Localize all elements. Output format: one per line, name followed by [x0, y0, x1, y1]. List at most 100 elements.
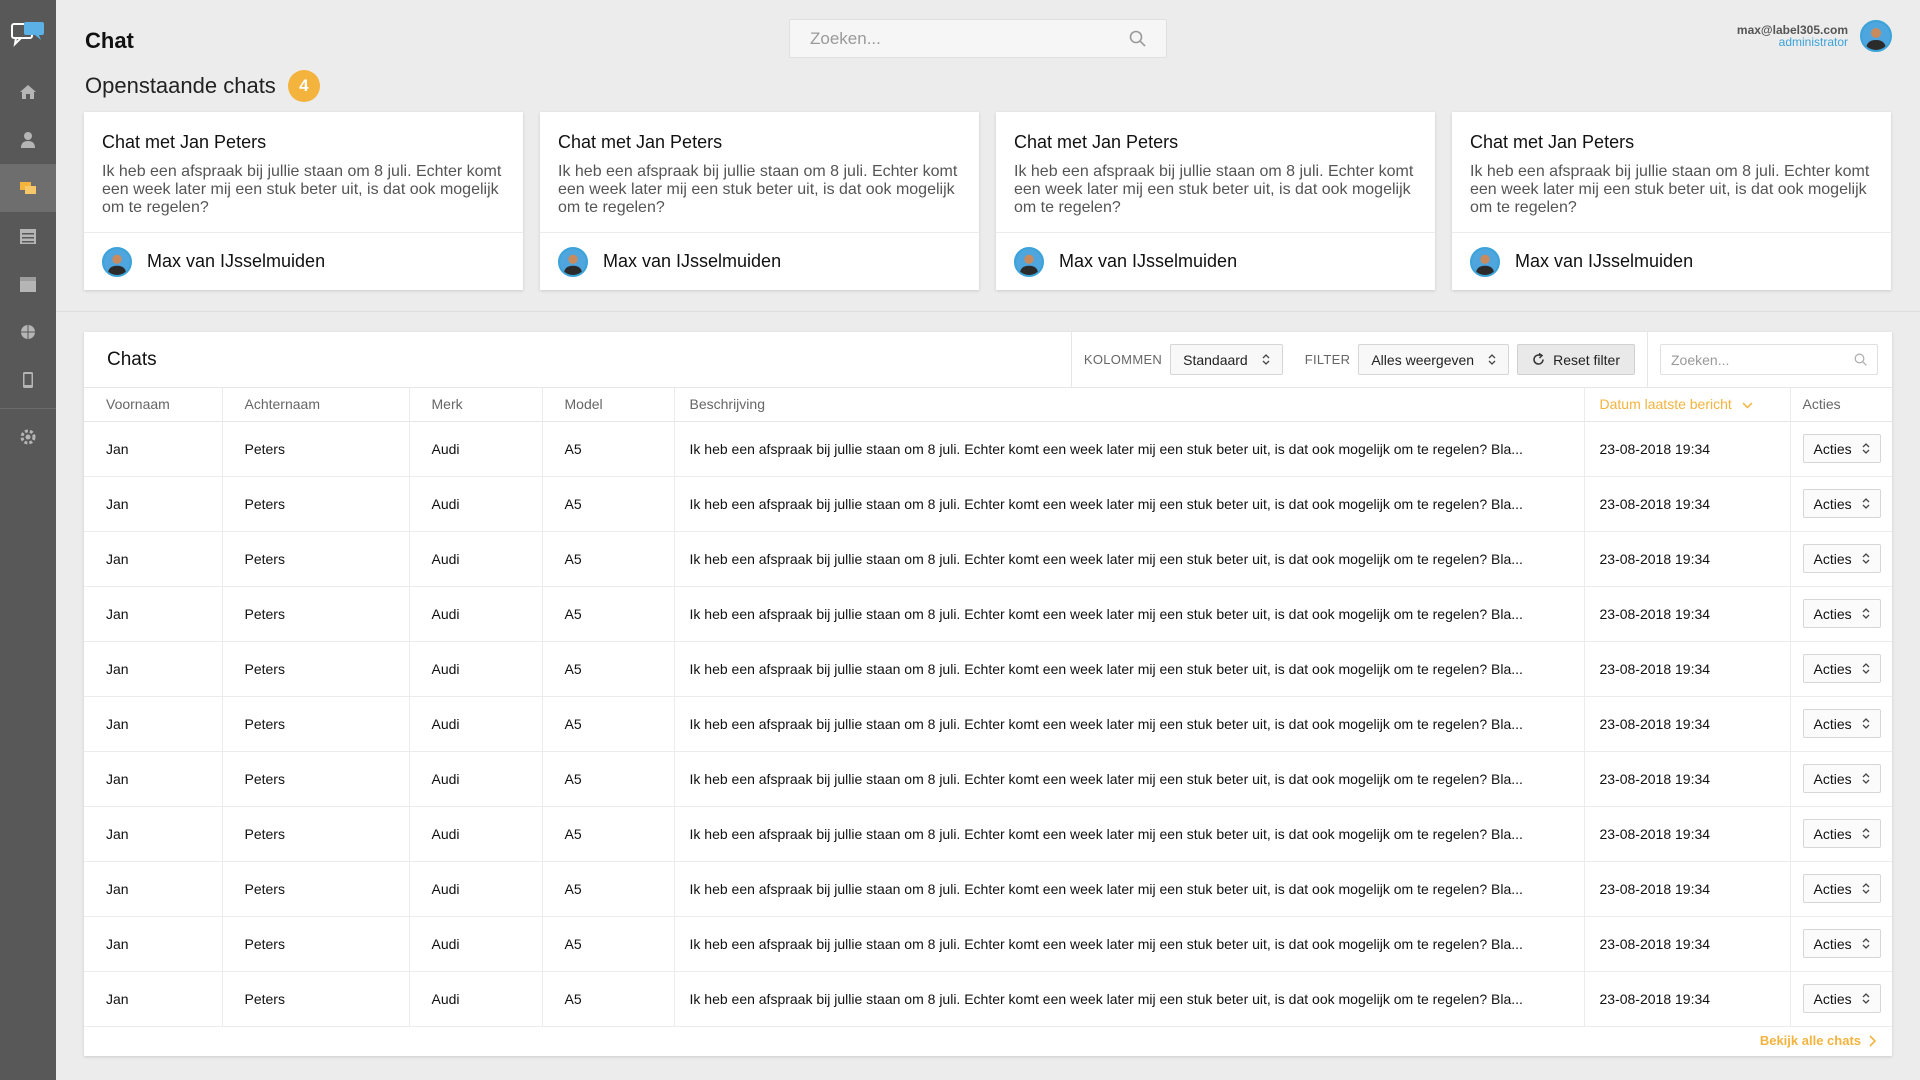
- search-icon[interactable]: [1854, 353, 1867, 366]
- phone-icon: [23, 372, 33, 388]
- cell-datum: 23-08-2018 19:34: [1584, 806, 1791, 862]
- open-chat-card[interactable]: Chat met Jan Peters Ik heb een afspraak …: [1452, 112, 1891, 290]
- table-row[interactable]: Jan Peters Audi A5 Ik heb een afspraak bij j…: [84, 971, 1892, 1027]
- column-header-voornaam[interactable]: Voornaam: [84, 388, 223, 422]
- row-actions-select[interactable]: Acties: [1802, 709, 1881, 738]
- table-toolbar: KOLOMMEN Standaard FILTER Alles weergeve…: [1070, 331, 1892, 388]
- cell-datum: 23-08-2018 19:34: [1584, 971, 1791, 1027]
- cell-model: A5: [542, 806, 675, 862]
- sidebar-item-chats[interactable]: [0, 164, 56, 212]
- row-actions-select[interactable]: Acties: [1802, 434, 1881, 463]
- view-all-chats-link[interactable]: Bekijk alle chats: [1760, 1033, 1876, 1048]
- column-header-model[interactable]: Model: [542, 388, 675, 422]
- user-menu[interactable]: max@label305.com administrator: [1737, 20, 1892, 52]
- sidebar-item-globe[interactable]: [0, 308, 56, 356]
- sidebar-item-home[interactable]: [0, 68, 56, 116]
- sidebar-item-users[interactable]: [0, 116, 56, 164]
- table-search[interactable]: [1660, 344, 1878, 375]
- cell-achternaam: Peters: [222, 586, 410, 642]
- chevron-updown-icon: [1862, 828, 1870, 839]
- settings-icon: [20, 429, 36, 445]
- table-row[interactable]: Jan Peters Audi A5 Ik heb een afspraak bij j…: [84, 916, 1892, 972]
- user-role: administrator: [1778, 35, 1848, 49]
- card-author: Max van IJsselmuiden: [1515, 251, 1694, 271]
- avatar[interactable]: [1860, 20, 1892, 52]
- columns-select[interactable]: Standaard: [1170, 344, 1283, 375]
- cell-acties: Acties: [1790, 806, 1892, 862]
- row-actions-select[interactable]: Acties: [1802, 984, 1881, 1013]
- sidebar-item-settings[interactable]: [0, 413, 56, 461]
- cell-datum: 23-08-2018 19:34: [1584, 531, 1791, 587]
- open-chat-card[interactable]: Chat met Jan Peters Ik heb een afspraak …: [996, 112, 1435, 290]
- row-actions-select[interactable]: Acties: [1802, 654, 1881, 683]
- column-header-beschrijving[interactable]: Beschrijving: [674, 388, 1585, 422]
- cell-achternaam: Peters: [222, 861, 410, 917]
- search-icon[interactable]: [1129, 30, 1146, 47]
- table-row[interactable]: Jan Peters Audi A5 Ik heb een afspraak bij j…: [84, 476, 1892, 532]
- row-actions-label: Acties: [1813, 935, 1852, 952]
- table-body: Jan Peters Audi A5 Ik heb een afspraak bij j…: [84, 421, 1892, 1027]
- filter-select[interactable]: Alles weergeven: [1358, 344, 1510, 375]
- row-actions-select[interactable]: Acties: [1802, 489, 1881, 518]
- sidebar-item-calendar[interactable]: [0, 260, 56, 308]
- user-icon: [21, 132, 35, 148]
- cell-merk: Audi: [409, 861, 543, 917]
- section-divider: [56, 311, 1920, 312]
- table-row[interactable]: Jan Peters Audi A5 Ik heb een afspraak bij j…: [84, 696, 1892, 752]
- sidebar-item-phone[interactable]: [0, 356, 56, 404]
- chevron-updown-icon: [1862, 608, 1870, 619]
- avatar: [102, 246, 132, 277]
- card-message: Ik heb een afspraak bij jullie staan om …: [558, 163, 958, 216]
- column-header-merk[interactable]: Merk: [409, 388, 543, 422]
- card-body: Chat met Jan Peters Ik heb een afspraak …: [540, 112, 979, 233]
- reset-filter-button[interactable]: Reset filter: [1517, 344, 1635, 375]
- open-chat-card[interactable]: Chat met Jan Peters Ik heb een afspraak …: [540, 112, 979, 290]
- table-header-row: Voornaam Achternaam Merk Model Beschrijv…: [84, 388, 1892, 422]
- row-actions-select[interactable]: Acties: [1802, 929, 1881, 958]
- cell-beschrijving: Ik heb een afspraak bij jullie staan om …: [674, 861, 1585, 917]
- card-author: Max van IJsselmuiden: [147, 251, 326, 271]
- table-row[interactable]: Jan Peters Audi A5 Ik heb een afspraak bij j…: [84, 806, 1892, 862]
- cell-merk: Audi: [409, 971, 543, 1027]
- global-search[interactable]: [789, 19, 1167, 58]
- card-title: Chat met Jan Peters: [1470, 132, 1635, 152]
- row-actions-select[interactable]: Acties: [1802, 819, 1881, 848]
- cell-datum: 23-08-2018 19:34: [1584, 476, 1791, 532]
- column-header-achternaam[interactable]: Achternaam: [222, 388, 410, 422]
- cell-achternaam: Peters: [222, 806, 410, 862]
- chevron-updown-icon: [1862, 553, 1870, 564]
- table-row[interactable]: Jan Peters Audi A5 Ik heb een afspraak bij j…: [84, 421, 1892, 477]
- row-actions-select[interactable]: Acties: [1802, 599, 1881, 628]
- global-search-input[interactable]: [810, 28, 1129, 49]
- sidebar-item-list[interactable]: [0, 212, 56, 260]
- row-actions-select[interactable]: Acties: [1802, 764, 1881, 793]
- cell-model: A5: [542, 531, 675, 587]
- table-row[interactable]: Jan Peters Audi A5 Ik heb een afspraak bij j…: [84, 861, 1892, 917]
- cell-beschrijving: Ik heb een afspraak bij jullie staan om …: [674, 476, 1585, 532]
- table-row[interactable]: Jan Peters Audi A5 Ik heb een afspraak bij j…: [84, 531, 1892, 587]
- cell-merk: Audi: [409, 806, 543, 862]
- open-chat-card[interactable]: Chat met Jan Peters Ik heb een afspraak …: [84, 112, 523, 290]
- table-row[interactable]: Jan Peters Audi A5 Ik heb een afspraak bij j…: [84, 641, 1892, 697]
- columns-label: KOLOMMEN: [1083, 352, 1163, 367]
- chat-logo-icon[interactable]: [0, 0, 56, 68]
- cell-acties: Acties: [1790, 971, 1892, 1027]
- table-row[interactable]: Jan Peters Audi A5 Ik heb een afspraak bij j…: [84, 586, 1892, 642]
- table-search-input[interactable]: [1671, 351, 1854, 368]
- card-footer: Max van IJsselmuiden: [1452, 233, 1891, 290]
- cell-acties: Acties: [1790, 586, 1892, 642]
- columns-select-value: Standaard: [1183, 351, 1248, 368]
- table-row[interactable]: Jan Peters Audi A5 Ik heb een afspraak bij j…: [84, 751, 1892, 807]
- cell-voornaam: Jan: [84, 696, 223, 752]
- open-chats-heading: Openstaande chats 4: [85, 70, 320, 102]
- cell-beschrijving: Ik heb een afspraak bij jullie staan om …: [674, 531, 1585, 587]
- cell-model: A5: [542, 421, 675, 477]
- cell-merk: Audi: [409, 641, 543, 697]
- cell-beschrijving: Ik heb een afspraak bij jullie staan om …: [674, 751, 1585, 807]
- cell-acties: Acties: [1790, 696, 1892, 752]
- cell-voornaam: Jan: [84, 916, 223, 972]
- row-actions-select[interactable]: Acties: [1802, 544, 1881, 573]
- cell-acties: Acties: [1790, 531, 1892, 587]
- column-header-datum[interactable]: Datum laatste bericht: [1584, 388, 1791, 422]
- row-actions-select[interactable]: Acties: [1802, 874, 1881, 903]
